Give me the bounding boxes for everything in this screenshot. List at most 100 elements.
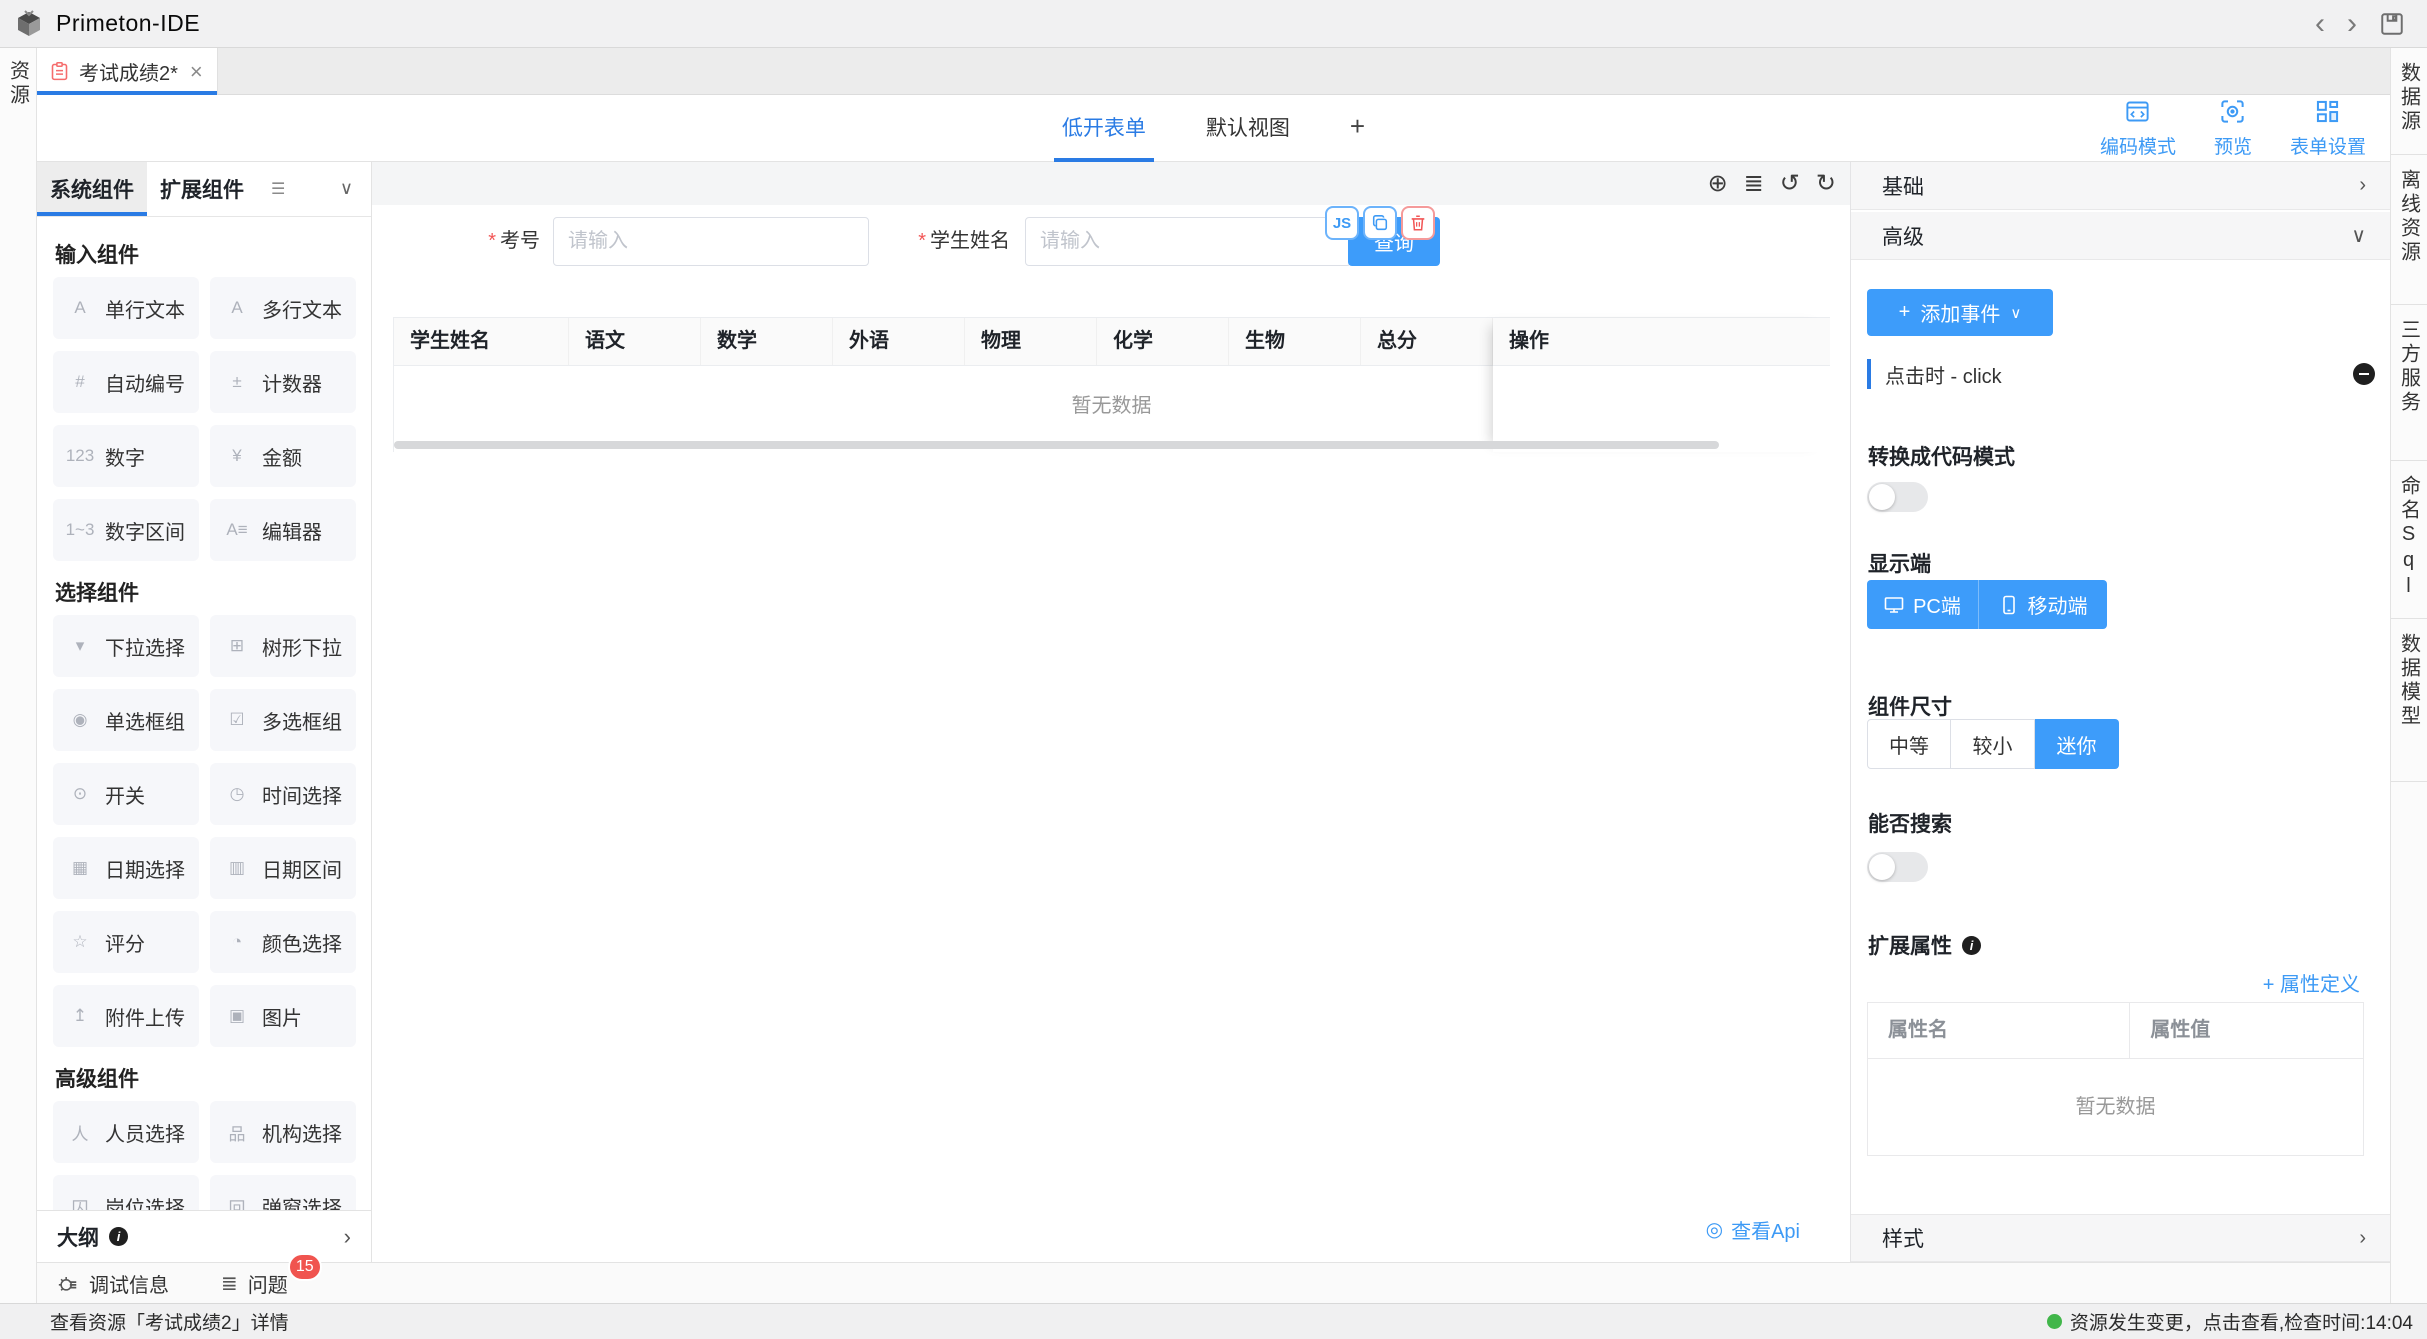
palette-item-机构选择[interactable]: 品机构选择	[210, 1101, 356, 1163]
palette-item-label: 下拉选择	[105, 632, 185, 661]
problems-item[interactable]: ≣ 问题 15	[221, 1269, 288, 1298]
code-mode-toggle[interactable]	[1867, 482, 1928, 512]
palette-item-自动编号[interactable]: #自动编号	[53, 351, 199, 413]
palette-item-label: 树形下拉	[262, 632, 342, 661]
input-学生姓名[interactable]	[1025, 217, 1351, 266]
strip-item-5[interactable]: 数据模型	[2391, 619, 2427, 782]
forward-icon[interactable]: ›	[2347, 9, 2357, 39]
save-icon[interactable]	[2379, 11, 2405, 37]
view-tab-低开表单[interactable]: 低开表单	[1054, 95, 1154, 162]
target-移动端[interactable]: 移动端	[1979, 580, 2107, 629]
strip-item-3[interactable]: 三方服务	[2391, 305, 2427, 461]
copy-icon[interactable]	[1363, 206, 1397, 240]
view-tab-默认视图[interactable]: 默认视图	[1198, 95, 1298, 162]
palette-item-弹窗选择[interactable]: 回弹窗选择	[210, 1175, 356, 1210]
add-prop-definition-link[interactable]: + 属性定义	[2263, 968, 2360, 997]
action-form-settings[interactable]: 表单设置	[2290, 98, 2366, 159]
palette-item-数字[interactable]: 123数字	[53, 425, 199, 487]
action-preview[interactable]: 预览	[2214, 98, 2252, 159]
size-option-较小[interactable]: 较小	[1951, 719, 2035, 769]
switch-icon: ⊙	[65, 784, 95, 804]
palette-tab-extended[interactable]: 扩展组件	[147, 162, 257, 216]
palette-item-附件上传[interactable]: ↥附件上传	[53, 985, 199, 1047]
strip-item-2[interactable]: 离线资源	[2391, 155, 2427, 305]
add-view-tab[interactable]: +	[1342, 95, 1373, 162]
resource-strip-label[interactable]: 资源	[4, 60, 33, 108]
api-eye-icon: ◎	[1706, 1217, 1723, 1242]
palette-item-人员选择[interactable]: 人人员选择	[53, 1101, 199, 1163]
chevron-right-icon[interactable]: ›	[2359, 174, 2366, 197]
palette-item-数字区间[interactable]: 1~3数字区间	[53, 499, 199, 561]
section-advanced[interactable]: 高级 ∨	[1851, 212, 2390, 260]
palette-item-树形下拉[interactable]: ⊞树形下拉	[210, 615, 356, 677]
chevron-down-icon[interactable]: ∨	[2351, 223, 2366, 248]
document-tab-bar: 考试成绩2* ×	[37, 48, 2390, 95]
palette-tab-system[interactable]: 系统组件	[37, 162, 147, 216]
palette-item-图片[interactable]: ▣图片	[210, 985, 356, 1047]
palette-item-岗位选择[interactable]: 囚岗位选择	[53, 1175, 199, 1210]
horizontal-scrollbar[interactable]	[394, 441, 1719, 449]
canvas-toolbar: ⊕ ≣ ↺ ↻	[372, 162, 1850, 205]
strip-item-label: 三方服务	[2395, 319, 2424, 415]
delete-icon[interactable]	[1401, 206, 1435, 240]
required-star: *	[488, 230, 496, 252]
palette-item-颜色选择[interactable]: ◔颜色选择	[210, 911, 356, 973]
checkbox-group-icon: ☑	[222, 710, 252, 730]
palette-item-评分[interactable]: ☆评分	[53, 911, 199, 973]
palette-item-日期区间[interactable]: ▥日期区间	[210, 837, 356, 899]
section-style[interactable]: 样式 ›	[1851, 1214, 2390, 1262]
palette-grid: A单行文本A多行文本#自动编号±计数器123数字¥金额1~3数字区间A≡编辑器	[53, 277, 355, 561]
debug-info-label: 调试信息	[89, 1269, 169, 1298]
add-event-button[interactable]: + 添加事件 ∨	[1867, 289, 2053, 336]
searchable-toggle[interactable]	[1867, 852, 1928, 882]
field-label-考号: *考号	[460, 217, 540, 266]
globe-icon[interactable]: ⊕	[1708, 172, 1728, 196]
time-picker-icon: ◷	[222, 784, 252, 804]
palette-item-日期选择[interactable]: ▦日期选择	[53, 837, 199, 899]
form-doc-icon	[49, 61, 70, 82]
palette-item-单选框组[interactable]: ◉单选框组	[53, 689, 199, 751]
doc-tab-exam-scores[interactable]: 考试成绩2* ×	[37, 48, 218, 95]
remove-event-icon[interactable]	[2353, 363, 2375, 385]
palette-item-开关[interactable]: ⊙开关	[53, 763, 199, 825]
chevron-right-icon[interactable]: ›	[344, 1224, 351, 1250]
outline-tree-icon[interactable]: ≣	[1744, 172, 1764, 196]
palette-item-多行文本[interactable]: A多行文本	[210, 277, 356, 339]
size-option-迷你[interactable]: 迷你	[2035, 719, 2119, 769]
top-actions: 编码模式预览表单设置	[2100, 95, 2366, 162]
section-basic[interactable]: 基础 ›	[1851, 162, 2390, 210]
palette-item-编辑器[interactable]: A≡编辑器	[210, 499, 356, 561]
palette-item-label: 多行文本	[262, 294, 342, 323]
strip-item-4[interactable]: 命名Sql	[2391, 461, 2427, 619]
close-icon[interactable]: ×	[190, 62, 203, 82]
outline-bar[interactable]: 大纲 i ›	[37, 1210, 371, 1262]
view-api-link[interactable]: ◎ 查看Api	[1706, 1215, 1800, 1244]
chevron-right-icon[interactable]: ›	[2359, 1227, 2366, 1250]
palette-item-时间选择[interactable]: ◷时间选择	[210, 763, 356, 825]
js-action-icon[interactable]: JS	[1325, 206, 1359, 240]
palette-item-金额[interactable]: ¥金额	[210, 425, 356, 487]
form-settings-icon	[2314, 98, 2341, 130]
status-resource-detail[interactable]: 查看资源「考试成绩2」详情	[50, 1308, 289, 1335]
design-canvas[interactable]: ⊕≣↺↻ *考号*学生姓名 查询 JS 学生姓名语文数学外语物理化学生物总分 暂…	[372, 162, 1850, 1262]
action-code-mode[interactable]: 编码模式	[2100, 98, 2176, 159]
palette-item-下拉选择[interactable]: ▾下拉选择	[53, 615, 199, 677]
palette-item-计数器[interactable]: ±计数器	[210, 351, 356, 413]
target-PC端[interactable]: PC端	[1867, 580, 1979, 629]
palette-item-单行文本[interactable]: A单行文本	[53, 277, 199, 339]
strip-item-1[interactable]: 数据源	[2391, 48, 2427, 155]
undo-icon[interactable]: ↺	[1780, 172, 1800, 196]
status-change-notice[interactable]: 资源发生变更，点击查看,检查时间:14:04	[2047, 1308, 2413, 1335]
ext-props-label: 扩展属性i	[1868, 930, 1981, 960]
left-resource-strip[interactable]: 资源	[0, 48, 37, 1303]
input-考号[interactable]	[553, 217, 869, 266]
redo-icon[interactable]: ↻	[1816, 172, 1836, 196]
table-header-cell-外语: 外语	[833, 318, 965, 365]
palette-menu-icon[interactable]: ☰	[271, 179, 285, 199]
debug-info-item[interactable]: 调试信息	[57, 1269, 169, 1298]
back-icon[interactable]: ‹	[2315, 9, 2325, 39]
size-option-中等[interactable]: 中等	[1867, 719, 1951, 769]
chevron-down-icon[interactable]: ∨	[340, 178, 353, 199]
palette-item-多选框组[interactable]: ☑多选框组	[210, 689, 356, 751]
event-item-click[interactable]: 点击时 - click	[1867, 352, 2375, 396]
